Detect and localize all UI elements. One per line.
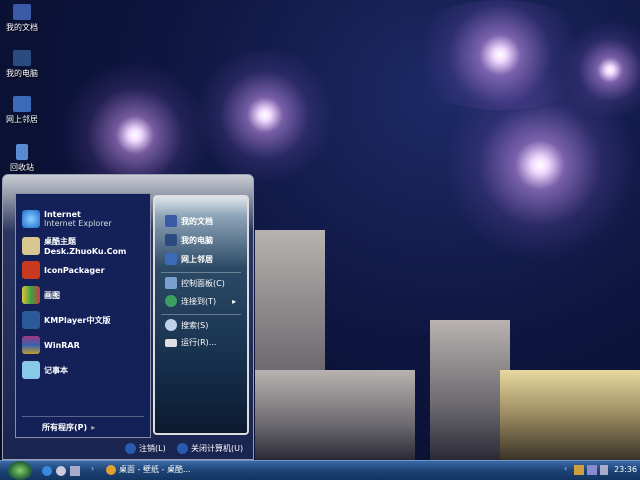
label: WinRAR bbox=[44, 340, 80, 350]
label: 所有程序(P) bbox=[42, 423, 88, 432]
network-icon bbox=[165, 253, 177, 265]
label: 我的文档 bbox=[181, 216, 213, 226]
menu-item-search[interactable]: 搜索(S) bbox=[165, 319, 208, 331]
documents-folder-icon bbox=[13, 4, 31, 20]
label: 桌面 - 壁纸 - 桌酷... bbox=[119, 465, 191, 474]
label: 桌酷主题Desk.ZhuoKu.Com bbox=[44, 237, 127, 256]
label: 记事本 bbox=[44, 365, 68, 375]
start-menu: Internet Internet Explorer 桌酷主题Desk.ZhuoK… bbox=[2, 174, 254, 460]
divider bbox=[161, 314, 241, 315]
chevron-left-icon[interactable]: ‹ bbox=[564, 464, 567, 473]
computer-icon bbox=[165, 234, 177, 246]
all-programs-button[interactable]: 所有程序(P) ▸ bbox=[42, 422, 95, 433]
menu-item-network[interactable]: 网上邻居 bbox=[165, 253, 213, 265]
label: 连接到(T) bbox=[181, 296, 217, 306]
iconpackager-icon bbox=[22, 261, 40, 279]
label: 我的电脑 bbox=[6, 69, 38, 78]
menu-item-my-computer[interactable]: 我的电脑 bbox=[165, 234, 213, 246]
desktop-icon-recycle-bin[interactable]: 回收站 bbox=[2, 144, 42, 173]
label: 运行(R)... bbox=[181, 338, 217, 347]
menu-item-notepad[interactable]: 记事本 bbox=[22, 361, 68, 379]
taskbar: › 桌面 - 壁纸 - 桌酷... ‹ 23:36 bbox=[0, 460, 640, 480]
volume-icon[interactable] bbox=[600, 465, 608, 475]
arrow-right-icon: ▸ bbox=[232, 296, 237, 306]
divider bbox=[161, 272, 241, 273]
label: KMPlayer中文版 bbox=[44, 315, 111, 325]
key-icon bbox=[125, 443, 136, 454]
kmplayer-icon bbox=[22, 311, 40, 329]
desktop-icon-network[interactable]: 网上邻居 bbox=[2, 96, 42, 125]
winrar-icon bbox=[22, 336, 40, 354]
menu-item-connect-to[interactable]: 连接到(T) ▸ bbox=[165, 295, 236, 307]
menu-item-run[interactable]: 运行(R)... bbox=[165, 337, 216, 348]
label: 我的文档 bbox=[6, 23, 38, 32]
menu-item-kmplayer[interactable]: KMPlayer中文版 bbox=[22, 311, 111, 329]
ie-icon bbox=[22, 210, 40, 228]
menu-item-iconpackager[interactable]: IconPackager bbox=[22, 261, 105, 279]
clock[interactable]: 23:36 bbox=[614, 465, 637, 474]
divider bbox=[22, 416, 144, 417]
label: 搜索(S) bbox=[181, 320, 209, 330]
media-quicklaunch-icon[interactable] bbox=[56, 466, 66, 476]
label: 网上邻居 bbox=[6, 115, 38, 124]
places-panel: 我的文档 我的电脑 网上邻居 控制面板(C) 连接到(T) ▸ 搜索(S) 运行(… bbox=[153, 195, 249, 435]
menu-item-internet-explorer[interactable]: Internet Internet Explorer bbox=[22, 210, 112, 228]
label: 注销(L) bbox=[139, 444, 166, 453]
label: 我的电脑 bbox=[181, 235, 213, 245]
menu-item-winrar[interactable]: WinRAR bbox=[22, 336, 80, 354]
building bbox=[500, 370, 640, 460]
label: 画图 bbox=[44, 290, 60, 300]
control-panel-icon bbox=[165, 277, 177, 289]
arrow-right-icon: ▸ bbox=[91, 423, 96, 432]
menu-item-my-documents[interactable]: 我的文档 bbox=[165, 215, 213, 227]
label: IconPackager bbox=[44, 265, 105, 275]
network-icon bbox=[13, 96, 31, 112]
building-tower bbox=[430, 320, 510, 460]
shutdown-button[interactable]: 关闭计算机(U) bbox=[177, 443, 243, 454]
tray-icon-user[interactable] bbox=[574, 465, 584, 475]
globe-icon bbox=[165, 295, 177, 307]
search-icon bbox=[165, 319, 177, 331]
start-button[interactable] bbox=[8, 461, 32, 480]
menu-item-paint[interactable]: 画图 bbox=[22, 286, 60, 304]
logoff-button[interactable]: 注销(L) bbox=[125, 443, 166, 454]
tray-icon-network[interactable] bbox=[587, 465, 597, 475]
computer-icon bbox=[13, 50, 31, 66]
zhuoku-icon bbox=[22, 237, 40, 255]
label: Internet bbox=[44, 210, 81, 219]
sublabel: Internet Explorer bbox=[44, 219, 112, 228]
menu-item-zhuoku[interactable]: 桌酷主题Desk.ZhuoKu.Com bbox=[22, 236, 150, 256]
documents-folder-icon bbox=[165, 215, 177, 227]
desktop-icon-my-documents[interactable]: 我的文档 bbox=[2, 4, 42, 33]
label: 控制面板(C) bbox=[181, 278, 225, 288]
building bbox=[255, 370, 415, 460]
firework bbox=[190, 50, 340, 180]
pinned-programs: Internet Internet Explorer 桌酷主题Desk.ZhuoK… bbox=[15, 193, 151, 438]
taskbar-window-button[interactable]: 桌面 - 壁纸 - 桌酷... bbox=[106, 464, 191, 475]
desktop-icon-my-computer[interactable]: 我的电脑 bbox=[2, 50, 42, 79]
menu-item-control-panel[interactable]: 控制面板(C) bbox=[165, 277, 225, 289]
recycle-bin-icon bbox=[16, 144, 28, 160]
run-icon bbox=[165, 338, 177, 347]
power-icon bbox=[177, 443, 188, 454]
notepad-icon bbox=[22, 361, 40, 379]
label: 回收站 bbox=[10, 163, 34, 172]
show-desktop-icon[interactable] bbox=[70, 466, 80, 476]
ie-quicklaunch-icon[interactable] bbox=[42, 466, 52, 476]
paint-icon bbox=[22, 286, 40, 304]
browser-icon bbox=[106, 464, 116, 475]
chevron-right-icon[interactable]: › bbox=[91, 464, 94, 473]
label: 关闭计算机(U) bbox=[191, 444, 244, 453]
label: 网上邻居 bbox=[181, 254, 213, 264]
